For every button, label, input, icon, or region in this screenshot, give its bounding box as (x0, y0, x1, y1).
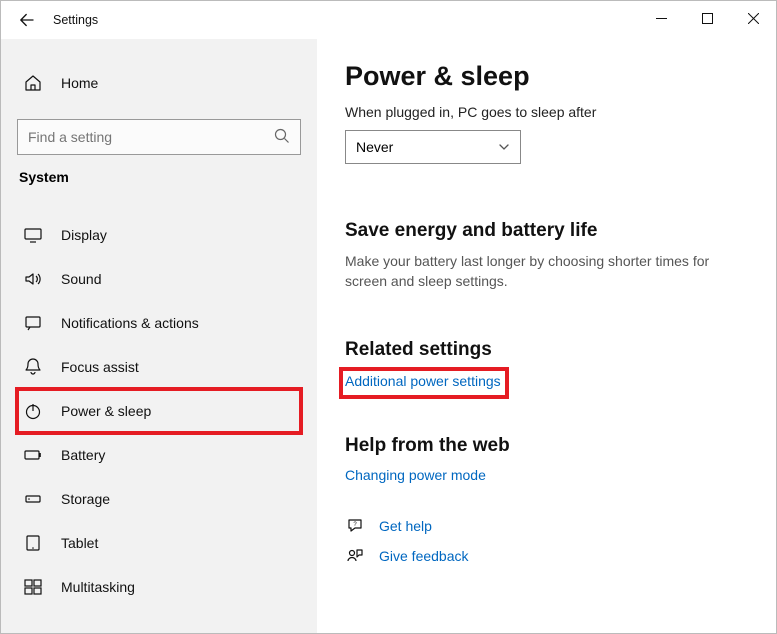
plugged-dropdown[interactable]: Never (345, 130, 521, 164)
sidebar-item-display[interactable]: Display (17, 213, 301, 257)
sidebar-item-label: Power & sleep (61, 403, 151, 419)
sidebar-item-focus-assist[interactable]: Focus assist (17, 345, 301, 389)
get-help-row[interactable]: ? Get help (345, 517, 748, 535)
changing-power-mode-link[interactable]: Changing power mode (345, 467, 486, 483)
feedback-icon (345, 547, 365, 565)
sidebar-item-sound[interactable]: Sound (17, 257, 301, 301)
sidebar-item-label: Battery (61, 447, 105, 463)
maximize-icon (702, 13, 713, 24)
main-panel: Power & sleep When plugged in, PC goes t… (317, 39, 776, 633)
sidebar-item-battery[interactable]: Battery (17, 433, 301, 477)
notifications-icon (23, 313, 43, 333)
tablet-icon (23, 533, 43, 553)
power-icon (23, 401, 43, 421)
search-icon (273, 127, 291, 145)
search-input[interactable] (17, 119, 301, 155)
page-title: Power & sleep (345, 61, 748, 92)
display-icon (23, 225, 43, 245)
plugged-value: Never (356, 139, 393, 155)
sidebar-item-label: Sound (61, 271, 101, 287)
battery-icon (23, 445, 43, 465)
sidebar-item-storage[interactable]: Storage (17, 477, 301, 521)
plugged-label: When plugged in, PC goes to sleep after (345, 104, 748, 120)
sound-icon (23, 269, 43, 289)
sidebar: Home System Display Sound Notifications … (1, 39, 317, 633)
sidebar-item-label: Display (61, 227, 107, 243)
related-heading: Related settings (345, 339, 748, 361)
additional-power-settings-link[interactable]: Additional power settings (345, 373, 501, 389)
back-button[interactable] (11, 4, 43, 36)
category-label: System (19, 169, 301, 185)
give-feedback-row[interactable]: Give feedback (345, 547, 748, 565)
get-help-link[interactable]: Get help (379, 518, 432, 534)
window-title: Settings (53, 13, 98, 27)
close-button[interactable] (730, 1, 776, 35)
get-help-icon: ? (345, 517, 365, 535)
sidebar-item-label: Focus assist (61, 359, 139, 375)
help-heading: Help from the web (345, 435, 748, 457)
minimize-button[interactable] (638, 1, 684, 35)
give-feedback-link[interactable]: Give feedback (379, 548, 469, 564)
focus-assist-icon (23, 357, 43, 377)
sidebar-item-tablet[interactable]: Tablet (17, 521, 301, 565)
search-wrap (17, 119, 301, 155)
chevron-down-icon (498, 141, 510, 153)
sidebar-item-label: Storage (61, 491, 110, 507)
storage-icon (23, 489, 43, 509)
sidebar-item-label: Multitasking (61, 579, 135, 595)
sidebar-item-power-sleep[interactable]: Power & sleep (17, 389, 301, 433)
window-controls (638, 1, 776, 35)
energy-body: Make your battery last longer by choosin… (345, 252, 725, 291)
close-icon (748, 13, 759, 24)
sidebar-item-notifications[interactable]: Notifications & actions (17, 301, 301, 345)
related-link-highlight: Additional power settings (341, 369, 507, 397)
sidebar-item-multitasking[interactable]: Multitasking (17, 565, 301, 609)
sidebar-item-home[interactable]: Home (17, 61, 301, 105)
home-icon (23, 73, 43, 93)
multitasking-icon (23, 577, 43, 597)
sidebar-item-label: Notifications & actions (61, 315, 199, 331)
nav-list: Display Sound Notifications & actions Fo… (17, 213, 301, 609)
minimize-icon (656, 13, 667, 24)
sidebar-item-label: Home (61, 75, 98, 91)
energy-heading: Save energy and battery life (345, 220, 748, 242)
svg-text:?: ? (353, 522, 357, 528)
maximize-button[interactable] (684, 1, 730, 35)
arrow-left-icon (19, 12, 35, 28)
sidebar-item-label: Tablet (61, 535, 98, 551)
